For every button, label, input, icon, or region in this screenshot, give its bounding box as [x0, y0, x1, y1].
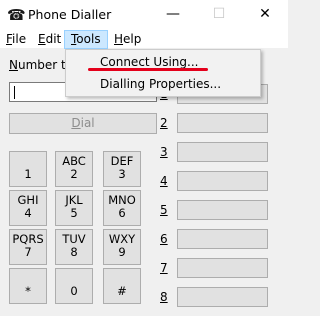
speed-dial-button-2[interactable] [177, 113, 268, 133]
menu-file[interactable]: File [2, 30, 30, 48]
key-7[interactable]: PQRS 7 [9, 229, 47, 265]
menu-edit[interactable]: Edit [34, 30, 65, 48]
speed-dial-number: 3 [160, 145, 168, 159]
minimize-button[interactable]: — [150, 0, 196, 30]
speed-dial-number: 7 [160, 261, 168, 275]
key-hash[interactable]: # [103, 268, 141, 304]
speed-dial-button-4[interactable] [177, 171, 268, 191]
speed-dial-number: 4 [160, 174, 168, 188]
menu-item-dialling-properties[interactable]: Dialling Properties... [100, 75, 221, 93]
key-6[interactable]: MNO 6 [103, 190, 141, 226]
key-2[interactable]: ABC 2 [55, 151, 93, 187]
speed-dial-number: 6 [160, 232, 168, 246]
close-button[interactable]: ✕ [242, 0, 288, 30]
maximize-button: ☐ [212, 6, 226, 22]
menu-help[interactable]: Help [110, 30, 145, 48]
speed-dial-number: 5 [160, 203, 168, 217]
key-8[interactable]: TUV 8 [55, 229, 93, 265]
key-star[interactable]: * [9, 268, 47, 304]
phone-icon: ☎ [7, 6, 26, 24]
key-1[interactable]: 1 [9, 151, 47, 187]
key-5[interactable]: JKL 5 [55, 190, 93, 226]
key-0[interactable]: 0 [55, 268, 93, 304]
window-title: Phone Dialler [28, 7, 112, 22]
speed-dial-button-3[interactable] [177, 142, 268, 162]
title-bar: ☎ Phone Dialler — ☐ ✕ [0, 0, 288, 30]
key-4[interactable]: GHI 4 [9, 190, 47, 226]
key-9[interactable]: WXY 9 [103, 229, 141, 265]
tools-dropdown-menu: Connect Using... Dialling Properties... [65, 49, 261, 97]
speed-dial-button-6[interactable] [177, 229, 268, 249]
speed-dial-button-8[interactable] [177, 287, 268, 307]
menu-bar: File Edit Tools Help [0, 30, 288, 49]
highlight-underline [88, 68, 208, 71]
menu-tools[interactable]: Tools [64, 30, 108, 49]
text-caret [14, 86, 15, 99]
speed-dial-number: 2 [160, 116, 168, 130]
speed-dial-button-5[interactable] [177, 200, 268, 220]
key-3[interactable]: DEF 3 [103, 151, 141, 187]
speed-dial-number: 8 [160, 290, 168, 304]
dial-button: Dial [9, 113, 157, 134]
speed-dial-button-7[interactable] [177, 258, 268, 278]
